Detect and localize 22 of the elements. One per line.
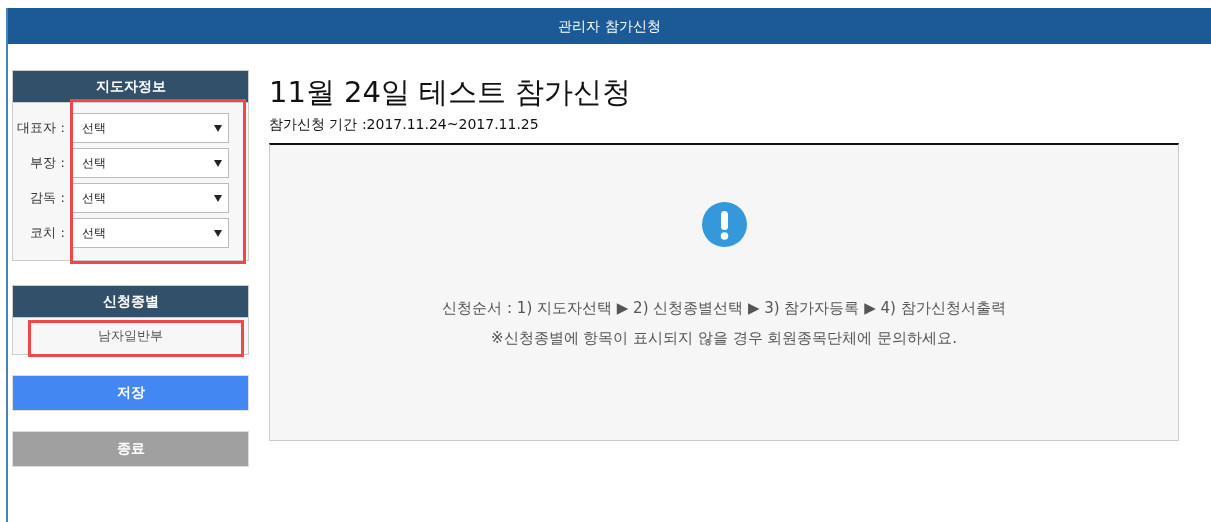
page-heading: 11월 24일 테스트 참가신청 — [269, 75, 633, 110]
panel-header: 지도자정보 — [12, 70, 249, 103]
caret-icon — [214, 159, 222, 167]
field-label: 부장 : — [29, 154, 66, 173]
field-label: 감독 : — [29, 189, 66, 208]
notice-text: 신청순서 : 1) 지도자선택 ▶ 2) 신청종별선택 ▶ 3) 참가자등록 ▶ 4) 참가신청서출력 — [442, 297, 1006, 319]
field-label: 코치 : — [29, 224, 66, 243]
caret-icon — [214, 194, 222, 202]
caret-icon — [214, 229, 222, 237]
select-field[interactable]: 선택 — [71, 113, 229, 143]
notice-text: ※신청종별에 항목이 표시되지 않을 경우 회원종목단체에 문의하세요. — [491, 328, 957, 350]
panel-header: 신청종별 — [12, 285, 249, 318]
save-button[interactable]: 저장 — [12, 374, 249, 411]
field-label: 대표자 : — [16, 119, 66, 138]
category-item[interactable]: 남자일반부 — [13, 318, 248, 354]
window-title: 관리자 참가신청 — [558, 16, 661, 36]
caret-icon — [214, 124, 222, 132]
select-field[interactable]: 선택 — [71, 148, 229, 178]
exclamation-icon — [701, 201, 747, 247]
select-field[interactable]: 선택 — [71, 183, 229, 213]
select-field[interactable]: 선택 — [71, 218, 229, 248]
application-period: 참가신청 기간 :2017.11.24~2017.11.25 — [269, 114, 540, 134]
